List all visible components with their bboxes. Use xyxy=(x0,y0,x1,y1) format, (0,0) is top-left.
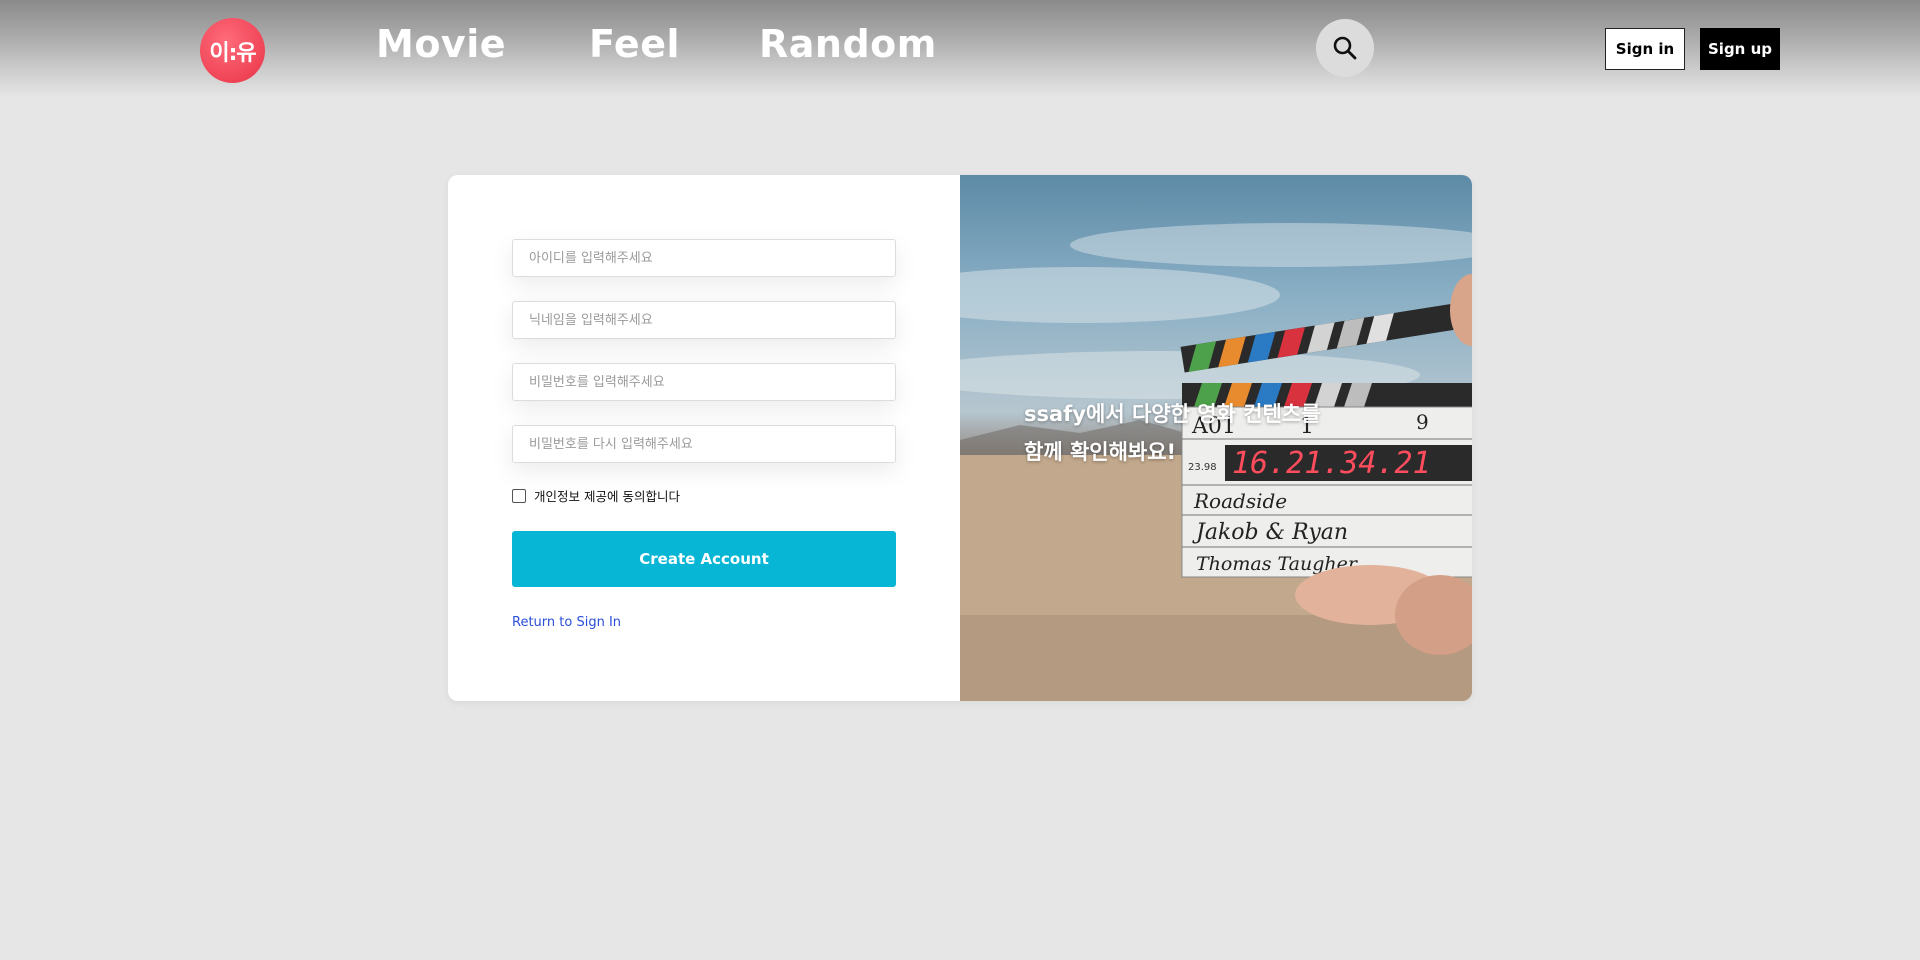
clapper-director: Jakob & Ryan xyxy=(1192,520,1348,545)
search-button[interactable] xyxy=(1316,19,1374,77)
promo-line-2: 함께 확인해봐요! xyxy=(1024,440,1177,464)
nav-feel[interactable]: Feel xyxy=(589,22,680,66)
password-confirm-input[interactable] xyxy=(512,425,896,463)
signup-form: 개인정보 제공에 동의합니다 Create Account Return to … xyxy=(448,175,960,701)
return-signin-link[interactable]: Return to Sign In xyxy=(512,615,621,630)
privacy-label: 개인정보 제공에 동의합니다 xyxy=(534,489,680,504)
clapper-roll: 9 xyxy=(1416,410,1429,434)
create-account-button[interactable]: Create Account xyxy=(512,531,896,587)
clapper-production: Roadside xyxy=(1193,489,1287,513)
privacy-agree: 개인정보 제공에 동의합니다 xyxy=(512,486,680,505)
nickname-input[interactable] xyxy=(512,301,896,339)
nav-random[interactable]: Random xyxy=(759,22,937,66)
top-navbar: 이:유 Movie Feel Random Sign in Sign up xyxy=(0,0,1920,98)
logo[interactable]: 이:유 xyxy=(200,18,265,83)
privacy-checkbox[interactable] xyxy=(512,488,526,503)
password-input[interactable] xyxy=(512,363,896,401)
signin-button[interactable]: Sign in xyxy=(1605,28,1685,70)
promo-text: ssafy에서 다양한 영화 컨텐츠를 함께 확인해봐요! xyxy=(1024,395,1320,471)
signup-card: 개인정보 제공에 동의합니다 Create Account Return to … xyxy=(448,175,1472,701)
search-icon xyxy=(1333,36,1357,60)
signup-button[interactable]: Sign up xyxy=(1700,28,1780,70)
username-input[interactable] xyxy=(512,239,896,277)
promo-line-1: ssafy에서 다양한 영화 컨텐츠를 xyxy=(1024,402,1321,426)
nav-movie[interactable]: Movie xyxy=(376,22,506,66)
promo-image: A01 1 9 23.98 16.21.34.21 Roadside Jakob… xyxy=(960,175,1472,701)
